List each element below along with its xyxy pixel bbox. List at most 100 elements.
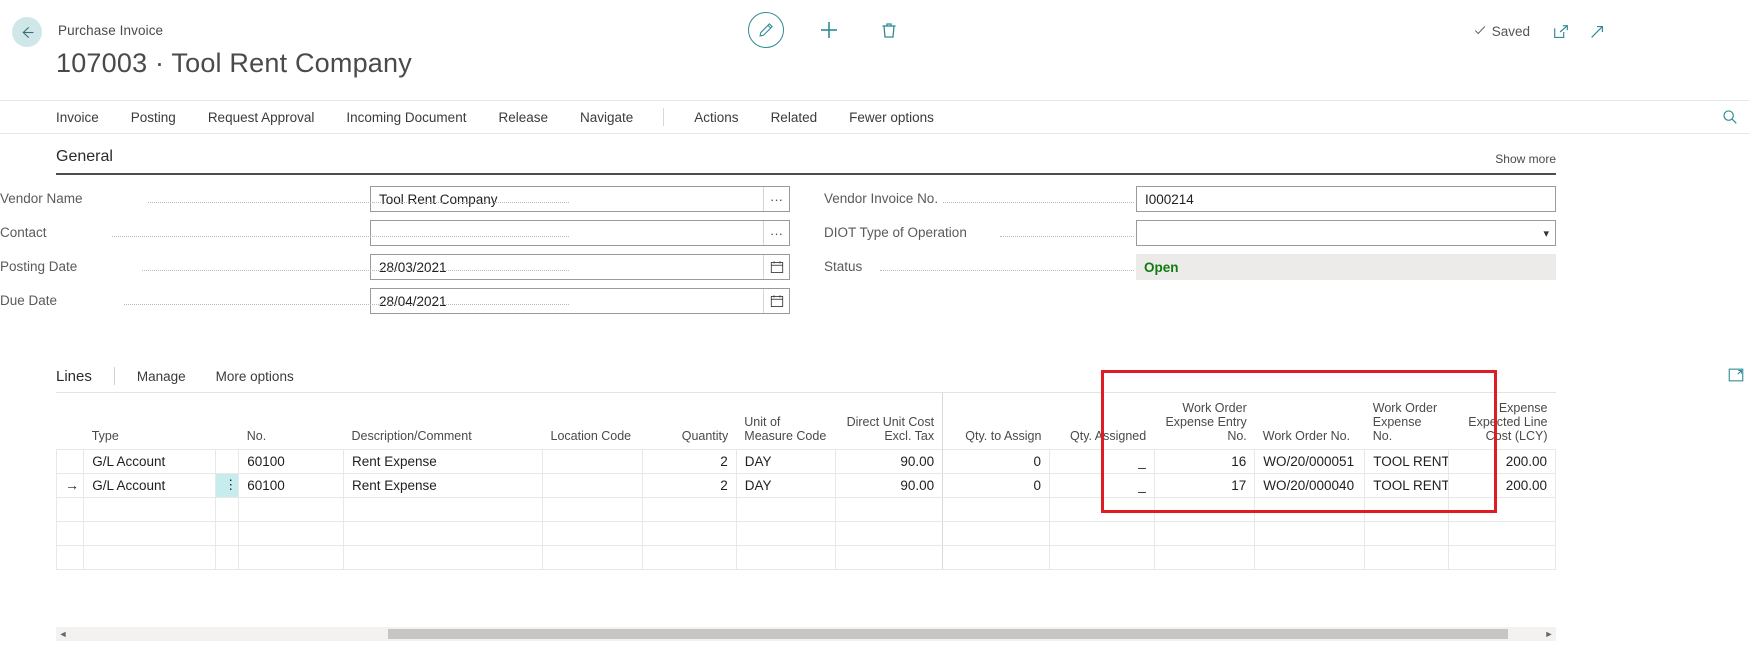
row-selector[interactable] (55, 448, 84, 474)
cell-wo-expense-entry-no[interactable] (1153, 521, 1255, 546)
cell-wo-expense-entry-no[interactable]: 16 (1153, 448, 1255, 474)
back-button[interactable] (12, 17, 42, 47)
row-selector[interactable] (55, 545, 84, 570)
cell-description[interactable]: Rent Expense (342, 473, 543, 498)
cell-type[interactable] (83, 521, 216, 546)
scroll-right-arrow-icon[interactable]: ► (1542, 627, 1556, 641)
breadcrumb[interactable]: Purchase Invoice (58, 23, 163, 38)
cell-quantity[interactable] (641, 497, 737, 522)
open-in-new-window-icon[interactable] (1549, 20, 1573, 44)
cell-no[interactable] (238, 545, 344, 570)
diot-type-of-operation-select[interactable]: ▾ (1136, 220, 1556, 246)
table-row[interactable] (55, 545, 1556, 570)
cell-expense-expected-line-cost[interactable] (1448, 497, 1556, 522)
cell-description[interactable] (342, 545, 543, 570)
menu-item-posting[interactable]: Posting (115, 110, 192, 125)
horizontal-scrollbar[interactable]: ◄ ► (56, 627, 1556, 641)
show-more-link[interactable]: Show more (1495, 152, 1556, 166)
cell-qty-assigned[interactable] (1048, 497, 1155, 522)
cell-location-code[interactable] (542, 521, 643, 546)
cell-wo-no[interactable]: WO/20/000051 (1254, 448, 1365, 474)
col-direct-unit-cost[interactable]: Direct Unit Cost Excl. Tax (835, 393, 943, 449)
posting-date-field[interactable]: 28/03/2021 (370, 254, 790, 280)
col-location-code[interactable]: Location Code (542, 393, 643, 449)
cell-type[interactable] (83, 545, 216, 570)
search-icon[interactable] (1721, 108, 1741, 128)
row-selector[interactable]: → (55, 473, 84, 498)
cell-uom[interactable]: DAY (735, 473, 836, 498)
cell-row-menu[interactable]: ⋮ (215, 473, 239, 498)
cell-type[interactable]: G/L Account (83, 473, 216, 498)
contact-field[interactable]: ··· (370, 220, 790, 246)
cell-direct-unit-cost[interactable]: 90.00 (835, 448, 943, 474)
menu-item-related[interactable]: Related (755, 110, 834, 125)
scrollbar-track[interactable] (70, 627, 1542, 641)
cell-quantity[interactable]: 2 (641, 448, 737, 474)
cell-location-code[interactable] (542, 545, 643, 570)
col-work-order-no[interactable]: Work Order No. (1254, 393, 1365, 449)
cell-direct-unit-cost[interactable] (835, 521, 943, 546)
table-row[interactable] (55, 497, 1556, 522)
lines-expand-icon[interactable] (1727, 366, 1747, 386)
calendar-icon[interactable] (763, 255, 789, 279)
cell-row-menu[interactable] (215, 448, 239, 474)
menu-item-invoice[interactable]: Invoice (56, 110, 115, 125)
cell-row-menu[interactable] (215, 521, 239, 546)
vendor-invoice-no-field[interactable]: I000214 (1136, 186, 1556, 212)
col-qty-to-assign[interactable]: Qty. to Assign (942, 393, 1050, 449)
cell-description[interactable] (342, 497, 543, 522)
expand-arrow-icon[interactable] (1585, 20, 1609, 44)
cell-wo-expense-entry-no[interactable]: 17 (1153, 473, 1255, 498)
table-row[interactable]: G/L Account 60100 Rent Expense 2 DAY 90.… (55, 448, 1556, 474)
cell-no[interactable] (238, 521, 344, 546)
cell-quantity[interactable] (641, 521, 737, 546)
cell-type[interactable] (83, 497, 216, 522)
col-work-order-expense-entry-no[interactable]: Work Order Expense Entry No. (1154, 393, 1255, 449)
col-quantity[interactable]: Quantity (642, 393, 737, 449)
cell-expense-expected-line-cost[interactable] (1448, 521, 1556, 546)
cell-qty-assigned[interactable] (1048, 521, 1155, 546)
lines-manage-button[interactable]: Manage (137, 369, 186, 384)
menu-item-release[interactable]: Release (482, 110, 564, 125)
col-expense-expected-line-cost[interactable]: Expense Expected Line Cost (LCY) (1448, 393, 1556, 449)
cell-wo-no[interactable] (1254, 545, 1365, 570)
cell-qty-to-assign[interactable]: 0 (942, 473, 1050, 498)
cell-wo-expense-no[interactable] (1364, 521, 1449, 546)
vendor-name-field[interactable]: Tool Rent Company ··· (370, 186, 790, 212)
cell-no[interactable]: 60100 (238, 473, 344, 498)
edit-pencil-icon[interactable] (748, 12, 784, 48)
col-no[interactable]: No. (238, 393, 344, 449)
cell-uom[interactable] (735, 497, 836, 522)
menu-item-actions[interactable]: Actions (678, 110, 754, 125)
cell-no[interactable]: 60100 (238, 448, 344, 474)
cell-qty-assigned[interactable]: _ (1048, 473, 1155, 498)
due-date-field[interactable]: 28/04/2021 (370, 288, 790, 314)
cell-description[interactable] (342, 521, 543, 546)
cell-no[interactable] (238, 497, 344, 522)
cell-description[interactable]: Rent Expense (342, 448, 543, 474)
cell-quantity[interactable] (641, 545, 737, 570)
calendar-icon[interactable] (763, 289, 789, 313)
cell-direct-unit-cost[interactable] (835, 545, 943, 570)
cell-wo-expense-entry-no[interactable] (1153, 545, 1255, 570)
cell-row-menu[interactable] (215, 545, 239, 570)
col-qty-assigned[interactable]: Qty. Assigned (1049, 393, 1155, 449)
cell-uom[interactable]: DAY (735, 448, 836, 474)
delete-trash-icon[interactable] (874, 15, 904, 45)
cell-direct-unit-cost[interactable] (835, 497, 943, 522)
cell-uom[interactable] (735, 545, 836, 570)
col-description[interactable]: Description/Comment (343, 393, 543, 449)
cell-wo-no[interactable] (1254, 497, 1365, 522)
cell-type[interactable]: G/L Account (83, 448, 216, 474)
vendor-name-assist-icon[interactable]: ··· (763, 187, 789, 211)
cell-wo-expense-no[interactable] (1364, 545, 1449, 570)
row-selector[interactable] (55, 521, 84, 546)
cell-quantity[interactable]: 2 (641, 473, 737, 498)
col-work-order-expense-no[interactable]: Work Order Expense No. (1364, 393, 1449, 449)
cell-location-code[interactable] (542, 448, 643, 474)
cell-expense-expected-line-cost[interactable]: 200.00 (1448, 448, 1556, 474)
cell-qty-assigned[interactable] (1048, 545, 1155, 570)
cell-expense-expected-line-cost[interactable] (1448, 545, 1556, 570)
cell-row-menu[interactable] (215, 497, 239, 522)
cell-wo-expense-no[interactable]: TOOL RENT (1364, 473, 1449, 498)
